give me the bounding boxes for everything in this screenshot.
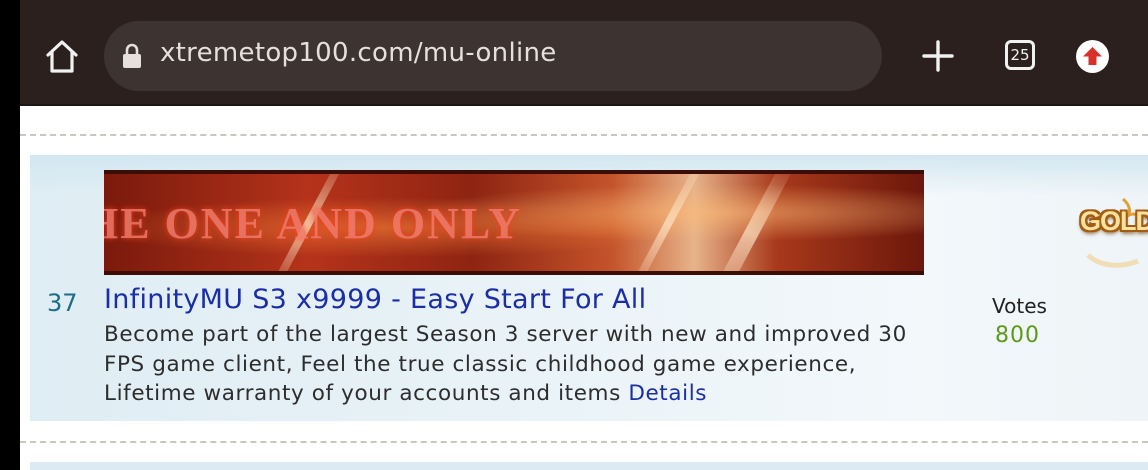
next-listing-edge (30, 462, 1148, 470)
server-rank: 37 (47, 289, 78, 317)
gold-badge-text: GOLD (1080, 206, 1148, 236)
server-description: Become part of the largest Season 3 serv… (104, 320, 954, 409)
votes-count: 800 (995, 323, 1040, 348)
gold-badge: GOLD (1068, 195, 1148, 275)
lock-icon (123, 43, 141, 68)
tabs-icon[interactable]: 25 (1005, 40, 1035, 70)
address-bar[interactable]: xtremetop100.com/mu-online (104, 21, 882, 91)
url-text[interactable]: xtremetop100.com/mu-online (160, 38, 557, 68)
banner-streak (626, 174, 710, 271)
server-title-link[interactable]: InfinityMU S3 x9999 - Easy Start For All (104, 284, 646, 315)
home-icon[interactable] (44, 38, 80, 74)
banner-streak (707, 174, 795, 271)
banner-text: HE ONE AND ONLY (104, 199, 522, 248)
server-banner[interactable]: HE ONE AND ONLY (104, 170, 924, 275)
dashed-divider (20, 134, 1148, 136)
votes-label: Votes (992, 294, 1047, 318)
update-icon[interactable] (1076, 40, 1109, 73)
browser-toolbar: xtremetop100.com/mu-online 25 (20, 0, 1148, 106)
browser-screen: xtremetop100.com/mu-online 25 HE ONE AND… (20, 0, 1148, 470)
plus-icon[interactable] (920, 38, 956, 74)
server-listing: HE ONE AND ONLY 37 InfinityMU S3 x9999 -… (30, 155, 1148, 421)
toolbar-divider (20, 104, 1148, 106)
tab-count: 25 (1010, 46, 1030, 64)
description-text: Become part of the largest Season 3 serv… (104, 322, 907, 406)
details-link[interactable]: Details (628, 381, 707, 406)
dashed-divider (20, 441, 1148, 443)
update-arrow (1083, 47, 1102, 65)
